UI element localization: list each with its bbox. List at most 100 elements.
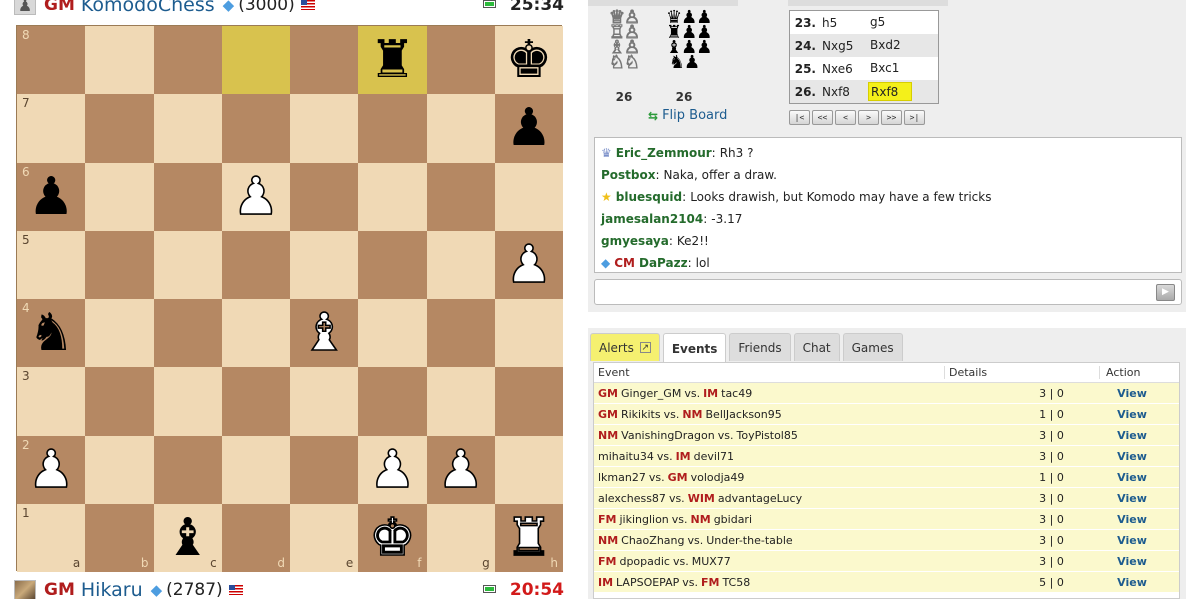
back-five-button[interactable]: << xyxy=(812,110,833,125)
square-c8[interactable] xyxy=(153,26,222,95)
tab-events[interactable]: Events xyxy=(662,333,727,363)
black-rook-icon[interactable]: ♜ xyxy=(369,34,416,86)
white-pawn-icon[interactable]: ♟ xyxy=(27,443,75,497)
prev-move-button[interactable]: < xyxy=(835,110,856,125)
square-h1[interactable]: h ♜ xyxy=(494,503,563,572)
white-rook-icon[interactable]: ♜ xyxy=(505,511,553,565)
forward-five-button[interactable]: >> xyxy=(881,110,902,125)
square-b6[interactable] xyxy=(85,162,154,231)
table-row[interactable]: mihaitu34 vs. IM devil71 3 | 0 View xyxy=(594,446,1179,467)
square-b4[interactable] xyxy=(85,299,154,368)
square-f8[interactable]: ♜ xyxy=(358,26,427,95)
square-h4[interactable] xyxy=(494,299,563,368)
square-a8[interactable]: 8 xyxy=(17,26,86,95)
view-link[interactable]: View xyxy=(1117,387,1147,400)
square-b1[interactable]: b xyxy=(85,503,154,572)
square-f3[interactable] xyxy=(358,367,427,436)
square-f6[interactable] xyxy=(358,162,427,231)
square-b5[interactable] xyxy=(85,230,154,299)
black-knight-icon[interactable]: ♞ xyxy=(28,307,75,359)
square-d8[interactable] xyxy=(221,26,290,95)
square-c3[interactable] xyxy=(153,367,222,436)
square-b3[interactable] xyxy=(85,367,154,436)
white-move[interactable]: Nxf8 xyxy=(820,85,868,99)
white-pawn-icon[interactable]: ♟ xyxy=(368,443,416,497)
square-c1[interactable]: c ♝ xyxy=(153,503,222,572)
square-g7[interactable] xyxy=(426,94,495,163)
square-e8[interactable] xyxy=(290,26,359,95)
table-row[interactable]: GM Ginger_GM vs. IM tac49 3 | 0 View xyxy=(594,383,1179,404)
black-king-icon[interactable]: ♚ xyxy=(506,34,553,86)
square-e3[interactable] xyxy=(290,367,359,436)
square-f4[interactable] xyxy=(358,299,427,368)
black-pawn-icon[interactable]: ♟ xyxy=(28,171,75,223)
square-h8[interactable]: ♚ xyxy=(494,26,563,95)
white-bishop-icon[interactable]: ♝ xyxy=(300,306,348,360)
column-header-action[interactable]: Action xyxy=(1099,366,1159,379)
black-move[interactable]: Bxd2 xyxy=(868,36,912,55)
white-king-icon[interactable]: ♚ xyxy=(368,511,416,565)
avatar[interactable]: ♟ xyxy=(14,0,36,15)
view-link[interactable]: View xyxy=(1117,576,1147,589)
square-d1[interactable]: d xyxy=(221,503,290,572)
square-a6[interactable]: 6 ♟ xyxy=(17,162,86,231)
square-a3[interactable]: 3 xyxy=(17,367,86,436)
square-c5[interactable] xyxy=(153,230,222,299)
popout-icon[interactable]: ↗ xyxy=(639,342,651,353)
square-e1[interactable]: e xyxy=(290,503,359,572)
player-name[interactable]: KomodoChess xyxy=(81,0,215,16)
first-move-button[interactable]: |< xyxy=(789,110,810,125)
square-h5[interactable]: ♟ xyxy=(494,230,563,299)
table-row[interactable]: FM dpopadic vs. MUX77 3 | 0 View xyxy=(594,551,1179,572)
square-d3[interactable] xyxy=(221,367,290,436)
square-c2[interactable] xyxy=(153,435,222,504)
black-bishop-icon[interactable]: ♝ xyxy=(164,512,211,564)
table-row[interactable]: NM VanishingDragon vs. ToyPistol85 3 | 0 Vi… xyxy=(594,425,1179,446)
square-a5[interactable]: 5 xyxy=(17,230,86,299)
table-row[interactable]: lkman27 vs. GM volodja49 1 | 0 View xyxy=(594,467,1179,488)
chat-username[interactable]: Eric_Zemmour xyxy=(616,146,712,160)
square-g6[interactable] xyxy=(426,162,495,231)
view-link[interactable]: View xyxy=(1117,408,1147,421)
square-c6[interactable] xyxy=(153,162,222,231)
chat-username[interactable]: bluesquid xyxy=(616,190,682,204)
table-row[interactable]: IM LAPSOEPAP vs. FM TC58 5 | 0 View xyxy=(594,572,1179,593)
square-g2[interactable]: ♟ xyxy=(426,435,495,504)
square-g3[interactable] xyxy=(426,367,495,436)
square-b7[interactable] xyxy=(85,94,154,163)
square-h2[interactable] xyxy=(494,435,563,504)
tab-friends[interactable]: Friends xyxy=(729,333,791,361)
square-a1[interactable]: 1a xyxy=(17,503,86,572)
square-c7[interactable] xyxy=(153,94,222,163)
square-a7[interactable]: 7 xyxy=(17,94,86,163)
player-name[interactable]: Hikaru xyxy=(81,579,143,599)
view-link[interactable]: View xyxy=(1117,513,1147,526)
view-link[interactable]: View xyxy=(1117,492,1147,505)
chat-username[interactable]: DaPazz xyxy=(639,256,688,270)
white-move[interactable]: h5 xyxy=(820,16,868,30)
square-g5[interactable] xyxy=(426,230,495,299)
white-pawn-icon[interactable]: ♟ xyxy=(437,443,485,497)
view-link[interactable]: View xyxy=(1117,534,1147,547)
white-pawn-icon[interactable]: ♟ xyxy=(232,170,280,224)
send-button[interactable]: ▶ xyxy=(1156,284,1175,301)
square-b2[interactable] xyxy=(85,435,154,504)
view-link[interactable]: View xyxy=(1117,450,1147,463)
square-g4[interactable] xyxy=(426,299,495,368)
tab-alerts[interactable]: Alerts ↗ xyxy=(590,333,660,361)
avatar[interactable] xyxy=(14,580,36,599)
square-f7[interactable] xyxy=(358,94,427,163)
square-e5[interactable] xyxy=(290,230,359,299)
square-d5[interactable] xyxy=(221,230,290,299)
black-pawn-icon[interactable]: ♟ xyxy=(506,102,553,154)
chat-username[interactable]: Postbox xyxy=(601,168,656,182)
black-move[interactable]: g5 xyxy=(868,13,912,32)
flip-board-link[interactable]: ⇆ Flip Board xyxy=(648,108,727,123)
black-move[interactable]: Rxf8 xyxy=(868,82,912,101)
square-f5[interactable] xyxy=(358,230,427,299)
white-move[interactable]: Nxg5 xyxy=(820,39,868,53)
chat-input[interactable]: ▶ xyxy=(594,279,1182,305)
square-g1[interactable]: g xyxy=(426,503,495,572)
table-row[interactable]: NM ChaoZhang vs. Under-the-table 3 | 0 View xyxy=(594,530,1179,551)
square-d7[interactable] xyxy=(221,94,290,163)
